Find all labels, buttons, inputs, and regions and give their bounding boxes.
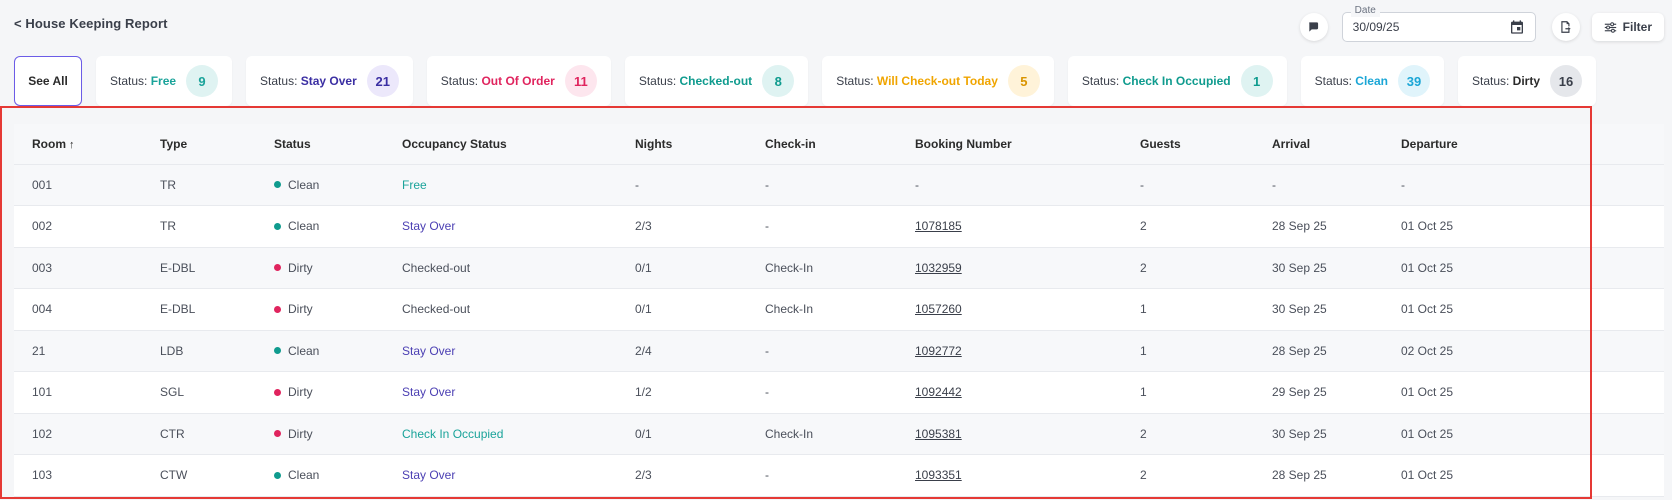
toolbar: Date 30/09/25 Filter <box>1299 5 1664 43</box>
status-chip-label: Status: Checked-out <box>639 74 752 88</box>
status-chip-will-check-out-today[interactable]: Status: Will Check-out Today 5 <box>822 56 1054 106</box>
comments-button[interactable] <box>1299 13 1328 41</box>
status-chip-status: Clean <box>1355 74 1388 88</box>
status-chips: See All Status: Free 9 Status: Stay Over 21… <box>14 56 1597 106</box>
date-field-label: Date <box>1350 5 1380 17</box>
status-count-badge: 39 <box>1397 65 1430 97</box>
status-chip-stay-over[interactable]: Status: Stay Over 21 <box>246 56 413 106</box>
status-count-badge: 5 <box>1007 65 1040 97</box>
date-field-value[interactable]: 30/09/25 <box>1353 20 1509 34</box>
calendar-icon[interactable] <box>1509 19 1525 35</box>
status-chip-status: Check In Occupied <box>1122 74 1231 88</box>
date-field[interactable]: Date 30/09/25 <box>1341 5 1536 42</box>
status-chip-prefix: Status: <box>1081 74 1123 88</box>
status-chip-label: Status: Check In Occupied <box>1082 74 1231 88</box>
status-chip-prefix: Status: <box>836 74 877 88</box>
status-chip-label: Status: Clean <box>1315 74 1388 88</box>
status-chip-label: Status: Free <box>110 74 176 88</box>
status-count-badge: 1 <box>1240 65 1273 97</box>
status-count-badge: 21 <box>366 65 399 97</box>
status-chip-prefix: Status: <box>260 74 301 88</box>
filter-button[interactable]: Filter <box>1591 13 1664 41</box>
status-chip-check-in-occupied[interactable]: Status: Check In Occupied 1 <box>1067 56 1287 106</box>
selection-highlight-frame <box>0 106 1592 499</box>
status-chip-label: Status: Dirty <box>1472 74 1540 88</box>
status-chip-free[interactable]: Status: Free 9 <box>96 56 233 106</box>
status-count-badge: 8 <box>762 65 795 97</box>
export-icon <box>1560 21 1571 33</box>
status-chip-prefix: Status: <box>110 74 151 88</box>
status-chip-status: Checked-out <box>679 74 753 88</box>
see-all-chip[interactable]: See All <box>14 56 82 106</box>
sliders-icon <box>1604 21 1616 33</box>
status-chip-clean[interactable]: Status: Clean 39 <box>1300 56 1444 106</box>
status-chip-prefix: Status: <box>440 74 482 88</box>
chat-icon <box>1308 22 1318 32</box>
status-chip-checked-out[interactable]: Status: Checked-out 8 <box>624 56 809 106</box>
filter-button-label: Filter <box>1622 20 1652 34</box>
status-chip-prefix: Status: <box>1314 74 1356 88</box>
status-chip-dirty[interactable]: Status: Dirty 16 <box>1457 56 1597 106</box>
status-chip-prefix: Status: <box>638 74 680 88</box>
status-chip-status: Dirty <box>1512 74 1541 88</box>
status-chip-status: Out Of Order <box>481 74 555 88</box>
status-count-badge: 16 <box>1550 65 1583 97</box>
status-count-badge: 11 <box>564 65 597 97</box>
status-chip-status: Free <box>150 74 177 88</box>
status-chip-out-of-order[interactable]: Status: Out Of Order 11 <box>426 56 611 106</box>
status-chip-label: Status: Stay Over <box>260 74 357 88</box>
back-link[interactable]: < House Keeping Report <box>14 16 168 31</box>
status-chip-status: Will Check-out Today <box>876 74 998 88</box>
status-chip-status: Stay Over <box>300 74 357 88</box>
status-chip-prefix: Status: <box>1471 74 1513 88</box>
status-count-badge: 9 <box>186 65 219 97</box>
export-button[interactable] <box>1551 13 1580 41</box>
status-chip-label: Status: Out Of Order <box>441 74 555 88</box>
status-chip-label: Status: Will Check-out Today <box>836 74 998 88</box>
